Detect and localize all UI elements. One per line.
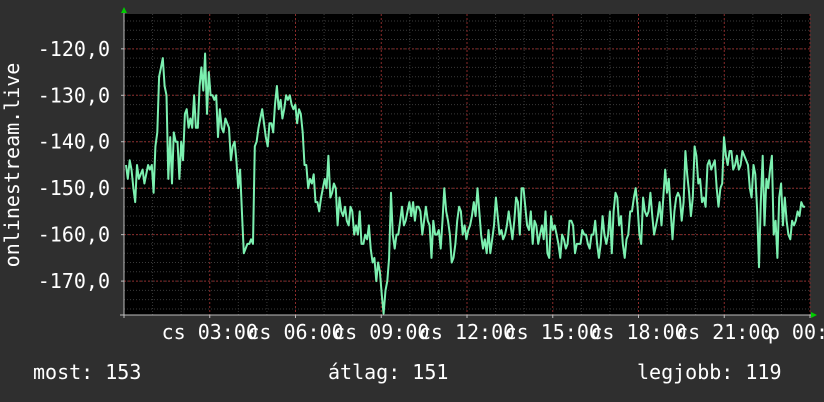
y-axis-ticks: -120,0 -130,0 -140,0 -150,0 -160,0 -170,0	[38, 37, 124, 293]
x-tick-label: p 00:00	[768, 320, 824, 344]
x-tick-label: cs 06:00	[247, 320, 343, 344]
x-tick-label: cs 03:00	[162, 320, 258, 344]
x-tick-label: cs 21:00	[676, 320, 772, 344]
y-tick-label: -160,0	[38, 223, 110, 247]
y-axis-arrow	[121, 7, 127, 13]
best-value: legjobb: 119	[637, 360, 782, 384]
y-axis-label: onlinestream.live	[0, 63, 24, 268]
x-tick-label: cs 09:00	[333, 320, 429, 344]
x-tick-label: cs 18:00	[590, 320, 686, 344]
x-axis-ticks: cs 03:00cs 06:00cs 09:00cs 12:00cs 15:00…	[162, 315, 824, 344]
x-axis-arrow	[811, 312, 817, 318]
y-tick-label: -170,0	[38, 269, 110, 293]
y-tick-label: -140,0	[38, 130, 110, 154]
line-chart: -120,0 -130,0 -140,0 -150,0 -160,0 -170,0 cs …	[0, 7, 824, 344]
y-tick-label: -130,0	[38, 83, 110, 107]
average-value: átlag: 151	[328, 360, 449, 384]
chart-panel: -120,0 -130,0 -140,0 -150,0 -160,0 -170,0 cs …	[0, 0, 824, 402]
x-tick-label: cs 12:00	[419, 320, 515, 344]
y-tick-label: -120,0	[38, 37, 110, 61]
y-tick-label: -150,0	[38, 176, 110, 200]
x-tick-label: cs 15:00	[505, 320, 601, 344]
current-value: most: 153	[33, 360, 142, 384]
